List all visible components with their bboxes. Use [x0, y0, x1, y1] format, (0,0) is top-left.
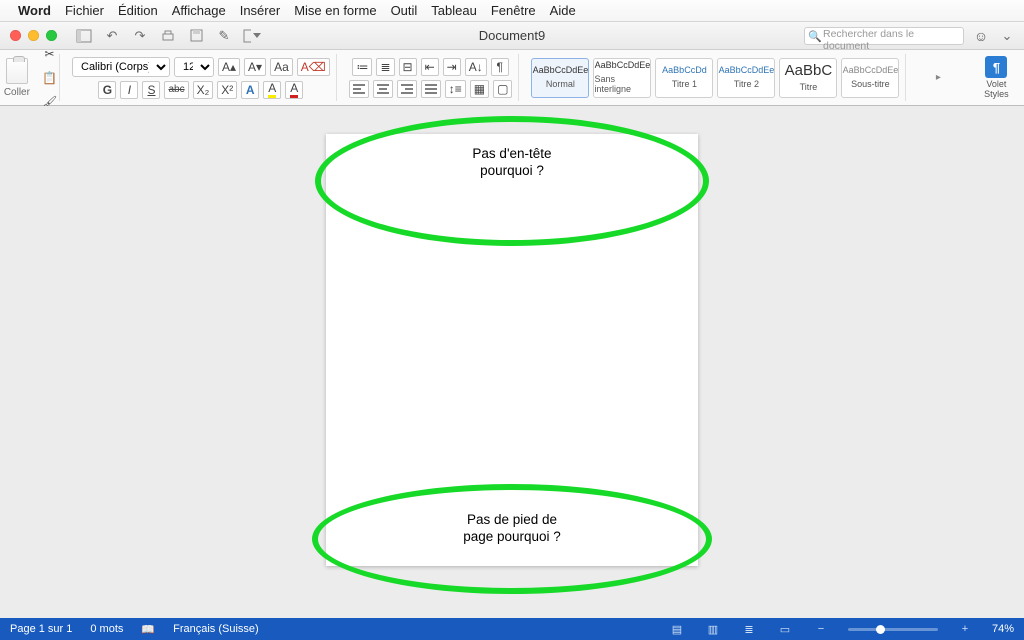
- window-titlebar: ↶ ↷ ✎ Document9 🔍 Rechercher dans le doc…: [0, 22, 1024, 50]
- pilcrow-button[interactable]: ¶: [491, 58, 509, 76]
- status-language[interactable]: Français (Suisse): [173, 623, 259, 635]
- qa-home-icon[interactable]: [75, 27, 93, 45]
- clear-format-button[interactable]: A⌫: [297, 58, 330, 76]
- search-placeholder: Rechercher dans le document: [823, 28, 914, 52]
- save-icon[interactable]: [187, 27, 205, 45]
- font-name-select[interactable]: Calibri (Corps): [72, 57, 170, 77]
- status-bar: Page 1 sur 1 0 mots 📖 Français (Suisse) …: [0, 618, 1024, 640]
- subscript-button[interactable]: X₂: [193, 81, 214, 99]
- page-footer-text: Pas de pied depage pourquoi ?: [326, 512, 698, 546]
- italic-button[interactable]: I: [120, 81, 138, 99]
- search-icon: 🔍: [808, 30, 822, 43]
- borders-button[interactable]: ▢: [493, 80, 512, 98]
- multilevel-button[interactable]: ⊟: [399, 58, 417, 76]
- styles-pane-button[interactable]: ¶ Volet Styles: [976, 56, 1016, 99]
- newdoc-icon[interactable]: [243, 27, 261, 45]
- style-sans-interligne[interactable]: AaBbCcDdEeSans interligne: [593, 58, 651, 98]
- document-page[interactable]: Pas d'en-têtepourquoi ? Pas de pied depa…: [326, 134, 698, 566]
- page-header-text: Pas d'en-têtepourquoi ?: [326, 146, 698, 180]
- menu-edit[interactable]: Édition: [118, 3, 158, 18]
- align-left-button[interactable]: [349, 80, 369, 98]
- styles-pane-group: ▸: [912, 54, 964, 101]
- print-icon[interactable]: [159, 27, 177, 45]
- underline-button[interactable]: S: [142, 81, 160, 99]
- texteffects-button[interactable]: A: [241, 81, 259, 99]
- style-titre-2[interactable]: AaBbCcDdEeTitre 2: [717, 58, 775, 98]
- styles-group: AaBbCcDdEeNormalAaBbCcDdEeSans interlign…: [525, 54, 906, 101]
- styles-more-icon[interactable]: ▸: [936, 72, 941, 83]
- zoom-in-button[interactable]: +: [956, 621, 974, 637]
- style-sous-titre[interactable]: AaBbCcDdEeSous-titre: [841, 58, 899, 98]
- bold-button[interactable]: G: [98, 81, 116, 99]
- search-input[interactable]: 🔍 Rechercher dans le document: [804, 27, 964, 45]
- zoom-window-button[interactable]: [46, 30, 57, 41]
- edit-icon[interactable]: ✎: [215, 27, 233, 45]
- menu-file[interactable]: Fichier: [65, 3, 104, 18]
- menu-view[interactable]: Affichage: [172, 3, 226, 18]
- indent-inc-button[interactable]: ⇥: [443, 58, 461, 76]
- fontcolor-button[interactable]: A: [285, 81, 303, 99]
- document-canvas[interactable]: Pas d'en-têtepourquoi ? Pas de pied depa…: [0, 106, 1024, 618]
- traffic-lights: [10, 30, 57, 41]
- menu-format[interactable]: Mise en forme: [294, 3, 376, 18]
- grow-font-button[interactable]: A▴: [218, 58, 240, 76]
- menu-app[interactable]: Word: [18, 3, 51, 18]
- menu-tools[interactable]: Outil: [391, 3, 418, 18]
- volet-label-2: Styles: [984, 89, 1009, 99]
- style-titre-1[interactable]: AaBbCcDdTitre 1: [655, 58, 713, 98]
- paragraph-group: ≔ ≣ ⊟ ⇤ ⇥ A↓ ¶ ↕≡ ▦ ▢: [343, 54, 520, 101]
- align-right-button[interactable]: [397, 80, 417, 98]
- sort-button[interactable]: A↓: [465, 58, 487, 76]
- change-case-button[interactable]: Aa: [270, 58, 293, 76]
- zoom-percent[interactable]: 74%: [992, 623, 1014, 635]
- align-justify-button[interactable]: [421, 80, 441, 98]
- help-chevron-icon[interactable]: ⌄: [998, 27, 1016, 45]
- menu-table[interactable]: Tableau: [431, 3, 477, 18]
- status-wordcount[interactable]: 0 mots: [90, 623, 123, 635]
- close-window-button[interactable]: [10, 30, 21, 41]
- align-center-button[interactable]: [373, 80, 393, 98]
- superscript-button[interactable]: X²: [217, 81, 237, 99]
- pilcrow-pane-icon: ¶: [985, 56, 1007, 78]
- paste-label: Coller: [4, 87, 30, 98]
- strike-button[interactable]: abc: [164, 81, 188, 99]
- undo-icon[interactable]: ↶: [103, 27, 121, 45]
- status-page[interactable]: Page 1 sur 1: [10, 623, 72, 635]
- quick-access-toolbar: ↶ ↷ ✎: [75, 27, 261, 45]
- feedback-smiley-icon[interactable]: ☺: [972, 27, 990, 45]
- indent-dec-button[interactable]: ⇤: [421, 58, 439, 76]
- linespacing-button[interactable]: ↕≡: [445, 80, 466, 98]
- document-title: Document9: [479, 28, 545, 43]
- shrink-font-button[interactable]: A▾: [244, 58, 266, 76]
- font-group: Calibri (Corps) 12 A▴ A▾ Aa A⌫ G I S abc…: [66, 54, 337, 101]
- font-size-select[interactable]: 12: [174, 57, 214, 77]
- bullets-button[interactable]: ≔: [352, 58, 372, 76]
- shading-button[interactable]: ▦: [470, 80, 489, 98]
- clipboard-group: Coller ✂ 📋 🖌: [6, 54, 60, 101]
- style-titre[interactable]: AaBbCTitre: [779, 58, 837, 98]
- status-spellcheck-icon[interactable]: 📖: [141, 623, 155, 636]
- mac-menubar: Word Fichier Édition Affichage Insérer M…: [0, 0, 1024, 22]
- highlight-button[interactable]: A: [263, 81, 281, 99]
- zoom-slider[interactable]: [848, 628, 938, 631]
- view-outline-icon[interactable]: ≣: [740, 621, 758, 637]
- volet-styles: ¶ Volet Styles: [970, 54, 1022, 101]
- style-normal[interactable]: AaBbCcDdEeNormal: [531, 58, 589, 98]
- menu-help[interactable]: Aide: [550, 3, 576, 18]
- menu-insert[interactable]: Insérer: [240, 3, 280, 18]
- clipboard-icon[interactable]: [6, 58, 28, 84]
- view-draft-icon[interactable]: ▭: [776, 621, 794, 637]
- menu-window[interactable]: Fenêtre: [491, 3, 536, 18]
- view-web-icon[interactable]: ▥: [704, 621, 722, 637]
- view-print-icon[interactable]: ▤: [668, 621, 686, 637]
- ribbon: Coller ✂ 📋 🖌 Calibri (Corps) 12 A▴ A▾ Aa…: [0, 50, 1024, 106]
- numbering-button[interactable]: ≣: [376, 58, 394, 76]
- copy-icon[interactable]: 📋: [38, 69, 61, 87]
- redo-icon[interactable]: ↷: [131, 27, 149, 45]
- minimize-window-button[interactable]: [28, 30, 39, 41]
- zoom-out-button[interactable]: −: [812, 621, 830, 637]
